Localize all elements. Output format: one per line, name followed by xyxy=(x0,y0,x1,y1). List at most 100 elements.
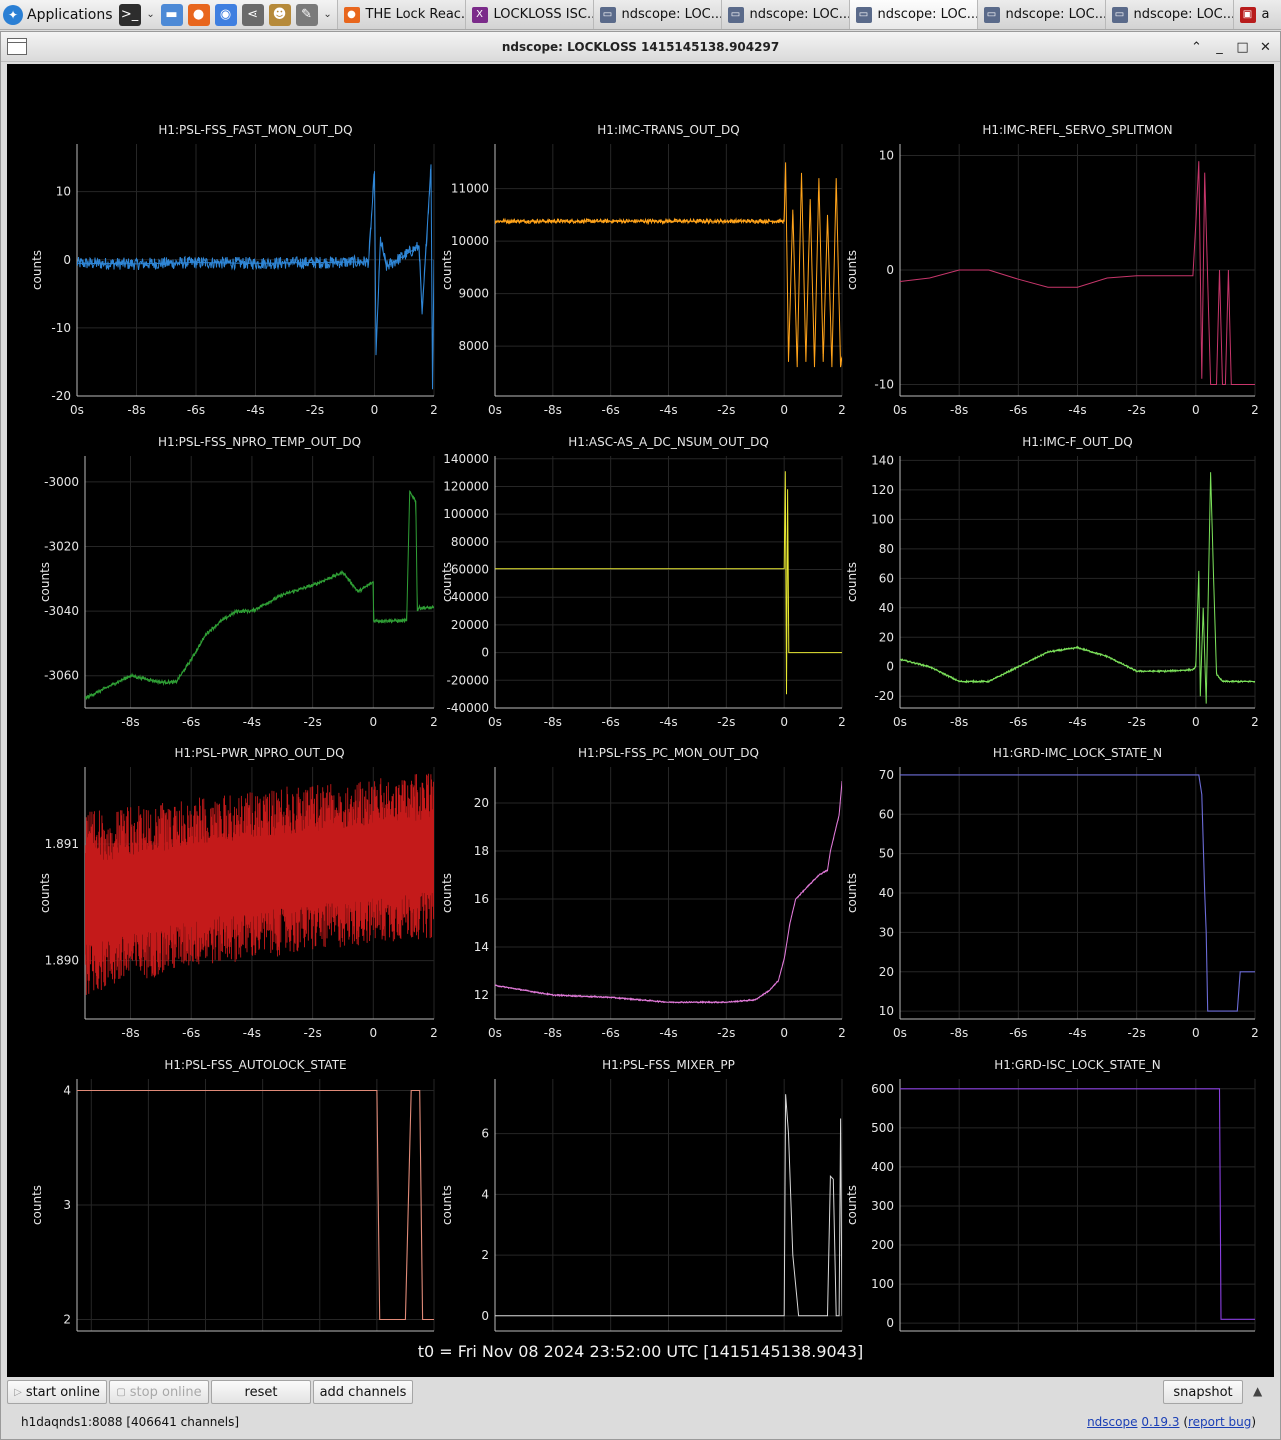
taskbar-window-button[interactable]: X LOCKLOSS ISC... xyxy=(464,0,593,29)
plot-panel[interactable]: H1:PSL-FSS_PC_MON_OUT_DQcounts 0s -8s -6s -4… xyxy=(440,746,846,1040)
x-tick-label: 2 xyxy=(838,715,846,729)
x-tick-label: -4s xyxy=(659,403,677,417)
plot-panel[interactable]: H1:IMC-REFL_SERVO_SPLITMONcounts 0s -8s -6s… xyxy=(845,123,1259,417)
x-tick-label: 2 xyxy=(838,403,846,417)
maximize-icon[interactable]: □ xyxy=(1236,40,1249,55)
y-tick-label: 80 xyxy=(879,542,894,556)
stop-online-button[interactable]: ▢ stop online xyxy=(109,1380,209,1404)
y-tick-label: -20000 xyxy=(446,673,489,687)
taskbar-window-button[interactable]: ▭ ndscope: LOC... xyxy=(976,0,1105,29)
taskbar-window-button[interactable]: ▭ ndscope: LOC... xyxy=(720,0,849,29)
play-icon: ▷ xyxy=(14,1386,22,1398)
taskbar-window-label: a xyxy=(1261,7,1270,22)
x-tick-label: -10s xyxy=(78,1338,104,1339)
snapshot-button[interactable]: snapshot xyxy=(1163,1380,1243,1404)
plot-title: H1:ASC-AS_A_DC_NSUM_OUT_DQ xyxy=(568,435,769,449)
share-icon[interactable]: ⋖ xyxy=(241,3,264,26)
firefox-icon[interactable]: ● xyxy=(187,3,210,26)
y-tick-label: -20 xyxy=(874,689,894,703)
y-axis-label: counts xyxy=(440,1185,454,1225)
version-link[interactable]: 0.19.3 xyxy=(1141,1415,1179,1429)
y-axis-label: counts xyxy=(38,562,52,602)
plot-grid[interactable]: H1:PSL-FSS_FAST_MON_OUT_DQcounts 0s -8s -6s… xyxy=(7,64,1274,1339)
window-titlebar[interactable]: ndscope: LOCKLOSS 1415145138.904297 ⌃ _ … xyxy=(1,32,1280,62)
y-axis-label: counts xyxy=(845,873,859,913)
add-channels-button[interactable]: add channels xyxy=(313,1380,413,1404)
users-icon[interactable]: ☻ xyxy=(268,3,291,26)
x-tick-label: 0s xyxy=(488,1026,502,1040)
x-tick-label: 0 xyxy=(780,1338,788,1339)
plot-panel[interactable]: H1:IMC-TRANS_OUT_DQcounts 0s -8s -6s -4s -2s 0… xyxy=(440,123,846,417)
y-tick-label: 12 xyxy=(474,988,489,1002)
chromium-icon[interactable]: ◉ xyxy=(214,3,237,26)
collapse-up-icon[interactable]: ▲ xyxy=(1253,1384,1262,1398)
x-tick-label: -6s xyxy=(1009,1026,1027,1040)
plot-panel[interactable]: H1:PSL-FSS_NPRO_TEMP_OUT_DQcounts -8s -6s -… xyxy=(38,435,438,729)
y-axis-label: counts xyxy=(38,873,52,913)
x-tick-label: -2s xyxy=(1128,1026,1146,1040)
plot-panel[interactable]: H1:ASC-AS_A_DC_NSUM_OUT_DQcounts0s -8s -6s… xyxy=(440,435,846,729)
shade-icon[interactable]: ⌃ xyxy=(1190,40,1203,55)
plot-panel[interactable]: H1:PSL-FSS_MIXER_PPcounts 0s -8s -6s -4s -2s 0… xyxy=(440,1058,846,1339)
taskbar-window-button[interactable]: ▭ ndscope: LOC... xyxy=(848,0,977,29)
plot-panel[interactable]: H1:GRD-IMC_LOCK_STATE_Ncounts 0s -8s -6s -4s… xyxy=(845,746,1259,1040)
plot-canvas[interactable]: H1:PSL-FSS_FAST_MON_OUT_DQ counts 0s -8s -6s… xyxy=(7,64,1274,1377)
y-axis-label: counts xyxy=(30,1185,44,1225)
x-tick-label: -8s xyxy=(950,715,968,729)
applications-menu[interactable]: ✦ Applications xyxy=(0,0,119,29)
taskbar-window-button[interactable]: ▭ ndscope: LOC... xyxy=(1104,0,1233,29)
window-icon: ▭ xyxy=(983,6,1000,23)
taskbar-window-button[interactable]: ▭ ndscope: LOC... xyxy=(592,0,721,29)
x-tick-label: -4s xyxy=(659,1338,677,1339)
reset-button[interactable]: reset xyxy=(211,1380,311,1404)
y-tick-label: 2 xyxy=(481,1248,489,1262)
x-tick-label: -4s xyxy=(1068,1338,1086,1339)
plot-panel[interactable]: H1:IMC-F_OUT_DQcounts 0s -8s -6s -4s -2s 0 2 140… xyxy=(845,435,1259,729)
dropdown-caret-icon[interactable]: ⌄ xyxy=(146,9,156,20)
plot-panel[interactable]: H1:GRD-ISC_LOCK_STATE_Ncounts 0s -8s -6s -4s… xyxy=(845,1058,1259,1339)
y-tick-label: 1.891 xyxy=(45,837,79,851)
x-tick-label: 0 xyxy=(780,1026,788,1040)
x-tick-label: -2s xyxy=(1128,715,1146,729)
x-tick-label: -2s xyxy=(717,715,735,729)
y-tick-label: 100 xyxy=(871,1277,894,1291)
applications-label: Applications xyxy=(27,6,113,23)
window-icon: ▭ xyxy=(855,6,872,23)
taskbar-window-label: LOCKLOSS ISC... xyxy=(493,7,593,22)
taskbar-window-button[interactable]: ▣ a xyxy=(1232,0,1281,29)
x-tick-label: 2 xyxy=(430,715,438,729)
x-tick-label: -4s xyxy=(659,1026,677,1040)
x-tick-label: 0 xyxy=(1192,403,1200,417)
report-bug-link[interactable]: report bug xyxy=(1188,1415,1251,1429)
window-menu-icon[interactable] xyxy=(7,38,27,55)
folder-icon[interactable]: ▬ xyxy=(160,3,183,26)
x-tick-label: -6s xyxy=(602,1026,620,1040)
close-icon[interactable]: ✕ xyxy=(1259,40,1272,55)
y-tick-label: 0 xyxy=(481,646,489,660)
plot-panel[interactable]: H1:PSL-FSS_AUTOLOCK_STATEcounts -10s -8s -6… xyxy=(30,1058,438,1339)
plot-panel[interactable]: H1:PSL-FSS_FAST_MON_OUT_DQcounts 0s -8s -6s… xyxy=(30,123,438,417)
y-tick-label: -20 xyxy=(51,389,71,403)
x-tick-label: -6s xyxy=(196,1338,214,1339)
add-channels-label: add channels xyxy=(319,1384,407,1400)
x-tick-label: 2 xyxy=(430,1026,438,1040)
x-tick-label: -8s xyxy=(121,1026,139,1040)
taskbar-window-label: ndscope: LOC... xyxy=(877,7,977,22)
terminal-icon[interactable]: >_ xyxy=(118,3,141,26)
t0-label: t0 = Fri Nov 08 2024 23:52:00 UTC [14151… xyxy=(417,1342,864,1361)
plot-panel[interactable]: H1:PSL-PWR_NPRO_OUT_DQcounts -8s -6s -4s -2s… xyxy=(38,746,438,1040)
start-online-button[interactable]: ▷ start online xyxy=(7,1380,107,1404)
x-tick-label: 2 xyxy=(430,1338,438,1339)
ndscope-link[interactable]: ndscope xyxy=(1087,1415,1137,1429)
y-axis-label: counts xyxy=(845,1185,859,1225)
dropdown-caret-icon[interactable]: ⌄ xyxy=(323,9,333,20)
plot-title: H1:GRD-ISC_LOCK_STATE_N xyxy=(994,1058,1161,1072)
x-tick-label: 0 xyxy=(1192,1338,1200,1339)
minimize-icon[interactable]: _ xyxy=(1213,40,1226,55)
x-tick-label: -2s xyxy=(717,403,735,417)
editor-icon[interactable]: ✎ xyxy=(295,3,318,26)
y-tick-label: 400 xyxy=(871,1160,894,1174)
y-tick-label: -40000 xyxy=(446,701,489,715)
y-tick-label: 16 xyxy=(474,892,489,906)
taskbar-window-button[interactable]: ● THE Lock Reac... xyxy=(336,0,465,29)
